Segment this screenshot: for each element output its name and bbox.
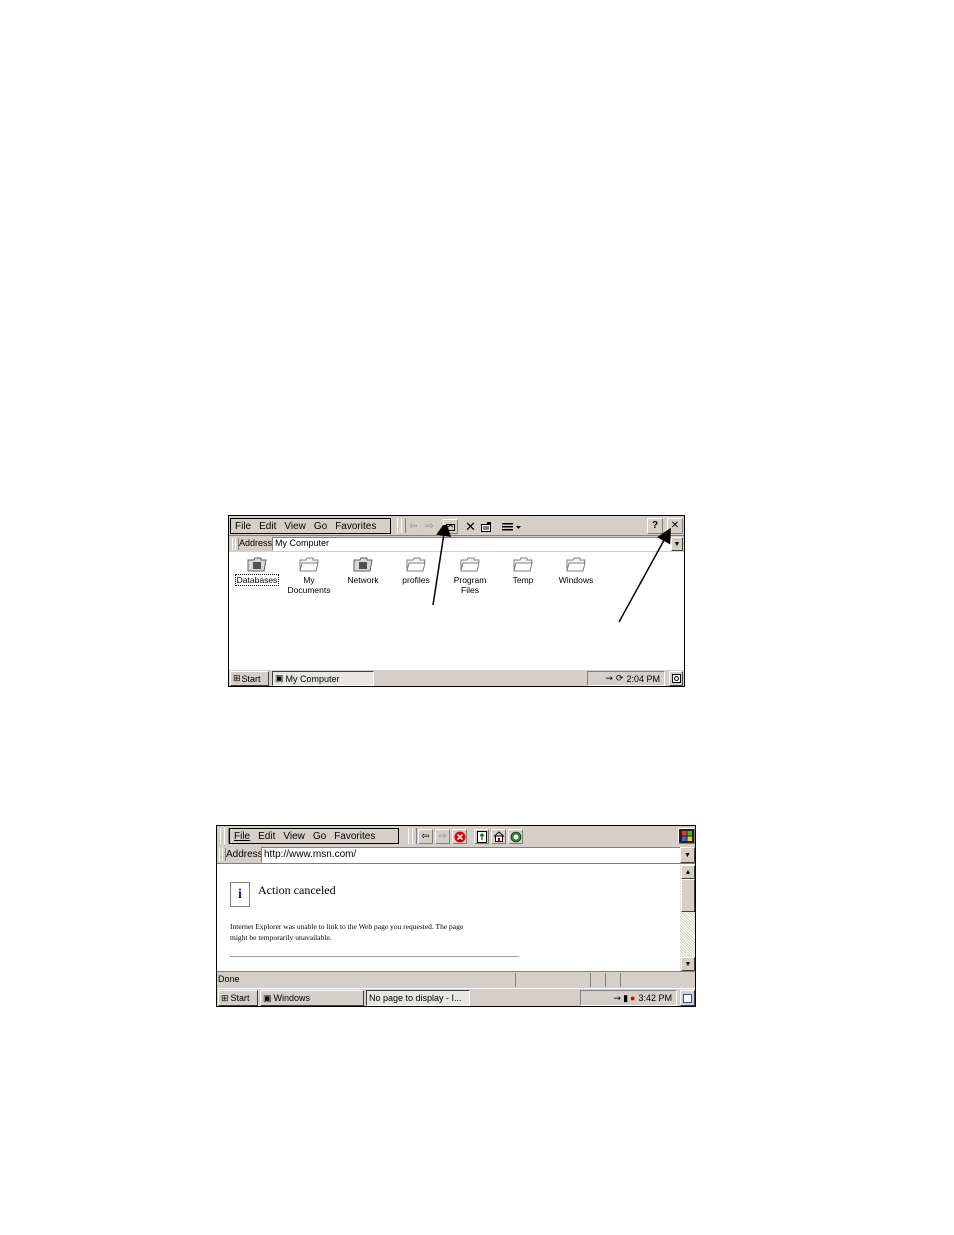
menu-file[interactable]: File <box>235 521 251 532</box>
annotation-arrow-close-button <box>618 527 671 623</box>
annotation-arrow-up-button <box>432 525 452 606</box>
status-bar: Done <box>217 971 695 988</box>
start-label: Start <box>241 673 261 684</box>
info-icon: i <box>230 882 250 907</box>
menu-bar: File Edit View Go Favorites <box>230 518 391 534</box>
scroll-thumb[interactable] <box>681 879 695 912</box>
status-text: Done <box>218 974 240 984</box>
file-item[interactable]: Databases <box>231 556 283 586</box>
folder-icon <box>283 556 335 572</box>
status-divider <box>605 973 606 987</box>
page-title: Action canceled <box>258 883 336 897</box>
file-item-label: Databases <box>234 574 280 586</box>
scroll-up-icon[interactable]: ▲ <box>681 865 695 879</box>
file-item-label: My Documents <box>287 575 331 595</box>
back-arrow-icon[interactable]: ⇦ <box>406 519 421 534</box>
menu-edit[interactable]: Edit <box>258 831 275 842</box>
taskbar: ⊞ Start ▣ My Computer ⇝ ⟳ 2:04 PM <box>229 669 684 686</box>
taskbar-window-browser[interactable]: No page to display - I... <box>366 990 470 1006</box>
start-label: Start <box>230 993 250 1003</box>
home-icon[interactable] <box>491 829 506 844</box>
menu-go[interactable]: Go <box>314 521 327 532</box>
system-tray: ⇝ ⟳ 2:04 PM <box>587 671 665 686</box>
file-item[interactable]: Network <box>337 556 389 585</box>
status-divider <box>515 973 516 987</box>
taskbar-window-label: Windows <box>273 993 311 1003</box>
taskbar-window-windows[interactable]: ▣ Windows <box>260 990 364 1006</box>
address-dropdown-icon[interactable]: ▼ <box>680 847 695 863</box>
forward-arrow-icon[interactable]: ⇨ <box>435 829 450 844</box>
taskbar-window-label: My Computer <box>285 673 340 684</box>
stop-icon[interactable] <box>452 829 467 844</box>
menu-favorites[interactable]: Favorites <box>335 521 376 532</box>
address-label: Address <box>239 538 273 548</box>
menu-file[interactable]: File <box>234 831 250 842</box>
folder-icon: ▣ <box>263 992 272 1003</box>
network-tray-icon[interactable]: ⇝ <box>614 993 622 1004</box>
clock[interactable]: 2:04 PM <box>626 674 660 684</box>
file-item[interactable]: My Documents <box>283 556 335 595</box>
windows-logo-icon: ⊞ <box>221 992 229 1003</box>
address-label: Address <box>226 849 263 860</box>
sync-tray-icon[interactable]: ⟳ <box>616 673 624 684</box>
stop-tray-icon[interactable]: ● <box>630 993 635 1003</box>
menu-bar: File Edit View Go Favorites <box>229 828 399 844</box>
error-message-line: might be temporarily unavailable. <box>230 933 332 942</box>
taskbar: ⊞ Start ▣ Windows No page to display - I… <box>217 988 695 1006</box>
network-tray-icon[interactable]: ⇝ <box>605 673 613 684</box>
menu-edit[interactable]: Edit <box>259 521 276 532</box>
vertical-scrollbar[interactable]: ▲ ▼ <box>680 865 695 971</box>
menu-favorites[interactable]: Favorites <box>334 831 375 842</box>
windows-logo-icon: ⊞ <box>233 673 241 683</box>
ie-logo-icon <box>678 828 695 844</box>
toolbar-grip[interactable] <box>412 828 417 844</box>
system-tray: ⇝ ▮ ● 3:42 PM <box>580 990 677 1006</box>
search-globe-icon[interactable] <box>508 829 523 844</box>
scroll-down-icon[interactable]: ▼ <box>681 957 695 971</box>
desktop-icon[interactable] <box>680 990 695 1006</box>
command-bar: File Edit View Go Favorites ⇦ ⇨ <box>217 826 695 846</box>
status-divider <box>590 973 591 987</box>
signal-tray-icon[interactable]: ▮ <box>623 993 628 1004</box>
start-button[interactable]: ⊞ Start <box>230 671 269 686</box>
taskbar-window-my-computer[interactable]: ▣ My Computer <box>272 671 374 686</box>
status-divider <box>620 973 621 987</box>
page-content: i Action canceled Internet Explorer was … <box>217 865 680 971</box>
back-arrow-icon[interactable]: ⇦ <box>418 829 433 844</box>
network-icon <box>337 556 389 572</box>
database-icon <box>231 556 283 572</box>
refresh-icon[interactable] <box>474 829 489 844</box>
taskbar-window-label: No page to display - I... <box>369 993 462 1003</box>
menu-view[interactable]: View <box>284 521 306 532</box>
address-input[interactable]: http://www.msn.com/ <box>261 847 681 863</box>
start-button[interactable]: ⊞ Start <box>218 990 258 1006</box>
desktop-icon[interactable] <box>669 671 683 686</box>
computer-icon: ▣ <box>275 673 284 683</box>
error-message: Internet Explorer was unable to link to … <box>230 921 463 943</box>
address-bar: Address http://www.msn.com/ ▼ <box>217 846 695 864</box>
menu-go[interactable]: Go <box>313 831 326 842</box>
annotation-arrows <box>432 525 671 623</box>
clock[interactable]: 3:42 PM <box>638 993 672 1003</box>
file-item-label: Network <box>347 575 379 585</box>
menu-view[interactable]: View <box>283 831 305 842</box>
browser-window: File Edit View Go Favorites ⇦ ⇨ Address … <box>216 825 696 1007</box>
divider <box>230 956 519 957</box>
error-message-line: Internet Explorer was unable to link to … <box>230 922 464 931</box>
